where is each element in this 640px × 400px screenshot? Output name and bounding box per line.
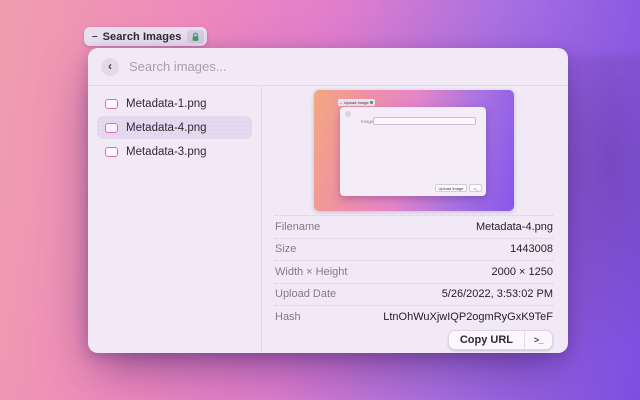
metadata-row-hash: Hash LtnOhWuXjwIQP2ogmRyGxK9TeF (275, 305, 553, 328)
metadata-label: Filename (275, 221, 320, 233)
metadata-row-upload-date: Upload Date 5/26/2022, 3:53:02 PM (275, 283, 553, 306)
image-file-icon (105, 147, 118, 157)
launcher-label: Search Images (103, 31, 182, 43)
file-name: Metadata-4.png (126, 122, 207, 134)
metadata-row-size: Size 1443008 (275, 238, 553, 261)
search-input[interactable]: Search images... (129, 59, 227, 74)
preview-mini-upload-button: Upload Image (435, 184, 468, 192)
file-item-metadata-3[interactable]: Metadata-3.png (97, 140, 252, 163)
window-header: ‹ Search images... (88, 48, 568, 86)
image-preview: – Upload Image Image Upload Image >_ (314, 90, 514, 211)
preview-mini-launcher: – Upload Image (338, 99, 375, 106)
copy-url-button[interactable]: Copy URL (449, 331, 525, 349)
metadata-label: Hash (275, 311, 301, 323)
metadata-value: 1443008 (510, 243, 553, 255)
file-name: Metadata-3.png (126, 146, 207, 158)
image-file-icon (105, 123, 118, 133)
file-item-metadata-4[interactable]: Metadata-4.png (97, 116, 252, 139)
metadata-value: LtnOhWuXjwIQP2ogmRyGxK9TeF (383, 311, 553, 323)
metadata-label: Upload Date (275, 288, 336, 300)
file-list: Metadata-1.png Metadata-4.png Metadata-3… (88, 86, 262, 353)
file-name: Metadata-1.png (126, 98, 207, 110)
action-buttons: Copy URL >_ (448, 330, 553, 350)
preview-mini-label: Upload Image (344, 100, 369, 105)
metadata-label: Size (275, 243, 296, 255)
metadata-row-dimensions: Width × Height 2000 × 1250 (275, 260, 553, 283)
desktop-background: – Search Images ‹ Search images... Metad… (0, 0, 640, 400)
terminal-button[interactable]: >_ (525, 331, 552, 349)
metadata-row-filename: Filename Metadata-4.png (275, 215, 553, 238)
minimize-dash-icon: – (92, 31, 98, 42)
search-images-window: ‹ Search images... Metadata-1.png Metada… (88, 48, 568, 353)
back-button[interactable]: ‹ (101, 58, 119, 76)
search-images-launcher[interactable]: – Search Images (84, 27, 207, 46)
preview-mini-input (373, 117, 476, 125)
preview-mini-window: Image Upload Image >_ (340, 107, 486, 196)
metadata-value: 5/26/2022, 3:53:02 PM (442, 288, 553, 300)
detail-panel: – Upload Image Image Upload Image >_ (262, 86, 568, 353)
preview-mini-back-icon (345, 111, 351, 117)
metadata-value: Metadata-4.png (476, 221, 553, 233)
preview-mini-form-label: Image (361, 119, 374, 124)
file-item-metadata-1[interactable]: Metadata-1.png (97, 92, 252, 115)
lock-icon (187, 30, 204, 43)
image-file-icon (105, 99, 118, 109)
metadata-label: Width × Height (275, 266, 347, 278)
preview-mini-dash: – (340, 100, 342, 105)
metadata-value: 2000 × 1250 (492, 266, 553, 278)
metadata-table: Filename Metadata-4.png Size 1443008 Wid… (275, 215, 553, 328)
preview-mini-lock-icon (370, 101, 373, 104)
preview-mini-terminal-icon: >_ (469, 184, 482, 192)
